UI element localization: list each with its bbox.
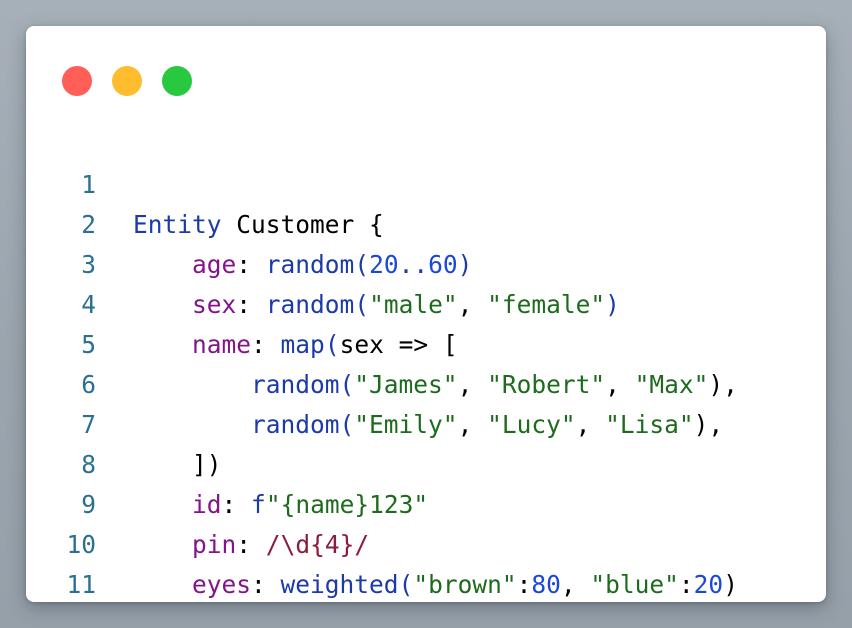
number: 80: [531, 570, 561, 599]
number: 20: [693, 570, 724, 599]
paren: (: [398, 570, 414, 599]
string-literal: "blue": [590, 570, 679, 599]
code-window: 1 Entity Customer { 2 age: random(20..60…: [26, 26, 826, 602]
code-line-8: 8 id: f"{name}123": [26, 405, 826, 519]
code-line-10: 10 eyes: weighted("brown":80, "blue":20): [26, 485, 826, 599]
code-line-7: 7 ]): [26, 365, 826, 479]
colon: :: [516, 570, 532, 599]
code-line-1: 1 Entity Customer {: [26, 125, 826, 239]
code-line-9: 9 pin: /\d{4}/: [26, 445, 826, 559]
code-line-5: 5 random("James", "Robert", "Max"),: [26, 285, 826, 399]
code-line-6: 6 random("Emily", "Lucy", "Lisa"),: [26, 325, 826, 439]
colon: :: [251, 570, 281, 599]
function-name: weighted: [280, 570, 399, 599]
code-line-11: 11 }: [26, 525, 826, 599]
separator: ,: [560, 570, 591, 599]
line-content: eyes: weighted("brown":80, "blue":20): [133, 565, 738, 602]
string-literal: "brown": [413, 570, 517, 599]
code-line-4: 4 name: map(sex => [: [26, 245, 826, 359]
line-number: 11: [66, 570, 96, 599]
code-block: 1 Entity Customer { 2 age: random(20..60…: [26, 125, 826, 599]
maximize-window-button[interactable]: [162, 66, 192, 96]
code-line-2: 2 age: random(20..60): [26, 165, 826, 279]
minimize-window-button[interactable]: [112, 66, 142, 96]
property-name: eyes: [192, 570, 252, 599]
colon: :: [678, 570, 694, 599]
paren: ): [723, 570, 738, 599]
close-window-button[interactable]: [62, 66, 92, 96]
code-line-3: 3 sex: random("male", "female"): [26, 205, 826, 319]
